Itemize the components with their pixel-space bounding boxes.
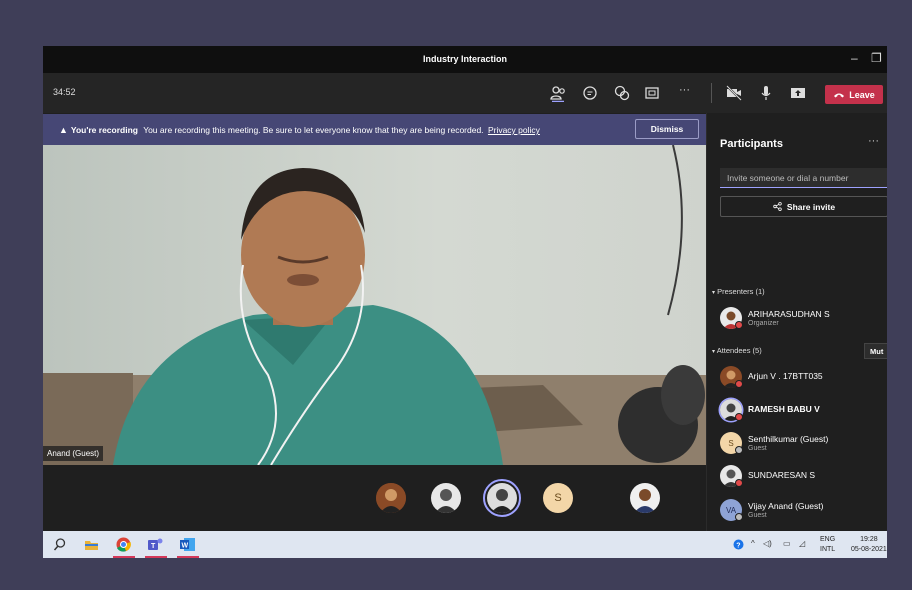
person-photo-icon bbox=[376, 483, 406, 513]
participants-panel: Participants ··· Invite someone or dial … bbox=[706, 113, 887, 531]
chevron-up-icon[interactable]: ^ bbox=[751, 539, 755, 548]
file-explorer-icon[interactable] bbox=[83, 536, 100, 553]
chat-icon[interactable] bbox=[581, 84, 599, 102]
participant-name: Senthilkumar (Guest) bbox=[748, 434, 829, 444]
svg-text:?: ? bbox=[736, 543, 740, 550]
teams-icon[interactable]: T bbox=[147, 536, 164, 553]
participant-role: Guest bbox=[748, 512, 767, 519]
participant-name: Vijay Anand (Guest) bbox=[748, 501, 824, 511]
chrome-active-indicator bbox=[113, 556, 135, 558]
leave-button[interactable]: Leave bbox=[825, 85, 883, 104]
strip-avatar-letter[interactable]: S bbox=[543, 483, 573, 513]
window-title: Industry Interaction bbox=[422, 54, 507, 64]
status-badge bbox=[735, 380, 743, 388]
participant-strip: S bbox=[43, 465, 706, 531]
meeting-toolbar: 34:52 ··· Leave bbox=[43, 73, 887, 113]
share-invite-label: Share invite bbox=[786, 201, 836, 212]
warning-icon: ▲ bbox=[59, 125, 68, 135]
share-screen-icon[interactable] bbox=[789, 84, 807, 102]
recording-message: You are recording this meeting. Be sure … bbox=[143, 125, 484, 135]
language-indicator[interactable]: ENG INTL bbox=[820, 535, 835, 555]
speaker-name-tag: Anand (Guest) bbox=[43, 446, 104, 461]
svg-text:T: T bbox=[151, 543, 156, 550]
strip-avatar-2[interactable] bbox=[431, 483, 461, 513]
attendees-section-toggle[interactable]: ▾ Attendees (5) bbox=[712, 346, 762, 355]
status-badge bbox=[735, 513, 743, 521]
teams-active-indicator bbox=[145, 556, 167, 558]
teams-window: Industry Interaction – ❐ 34:52 ··· Leave… bbox=[43, 46, 887, 558]
minimize-button[interactable]: – bbox=[851, 51, 858, 65]
microphone-icon[interactable] bbox=[757, 84, 775, 102]
invite-input[interactable]: Invite someone or dial a number bbox=[720, 168, 887, 188]
more-actions-button[interactable]: ··· bbox=[679, 84, 690, 96]
status-badge bbox=[735, 479, 743, 487]
search-icon[interactable] bbox=[51, 536, 68, 553]
strip-avatar-1[interactable] bbox=[376, 483, 406, 513]
share-icon bbox=[773, 202, 782, 211]
presenters-label: Presenters (1) bbox=[717, 287, 765, 296]
speaker-video-image bbox=[43, 145, 706, 465]
participant-name: RAMESH BABU V bbox=[748, 404, 820, 414]
toolbar-divider bbox=[711, 83, 712, 103]
chevron-down-icon: ▾ bbox=[712, 349, 716, 355]
attendees-label: Attendees (5) bbox=[716, 346, 762, 355]
person-photo-icon bbox=[630, 483, 660, 513]
participant-role: Guest bbox=[748, 445, 767, 452]
rooms-icon[interactable] bbox=[643, 84, 661, 102]
keyboard-layout: INTL bbox=[820, 546, 836, 553]
person-photo-icon bbox=[487, 483, 517, 513]
recording-bold: You're recording bbox=[70, 125, 138, 135]
help-icon[interactable]: ? bbox=[733, 539, 744, 552]
participant-role: Organizer bbox=[748, 320, 779, 327]
presenters-section-toggle[interactable]: ▾ Presenters (1) bbox=[712, 287, 765, 296]
recording-banner: ▲ You're recording You are recording this… bbox=[43, 114, 706, 145]
participant-row-attendee[interactable]: SUNDARESAN S bbox=[720, 463, 887, 489]
participant-name: SUNDARESAN S bbox=[748, 470, 816, 480]
participants-icon[interactable] bbox=[549, 84, 567, 102]
panel-more-button[interactable]: ··· bbox=[868, 135, 879, 147]
meeting-timer: 34:52 bbox=[53, 87, 76, 97]
restore-button[interactable]: ❐ bbox=[871, 51, 882, 65]
wifi-icon[interactable]: ◿ bbox=[799, 539, 805, 548]
strip-avatar-3[interactable] bbox=[487, 483, 517, 513]
word-icon[interactable]: W bbox=[179, 536, 196, 553]
language-code: ENG bbox=[820, 536, 836, 543]
privacy-policy-link[interactable]: Privacy policy bbox=[488, 125, 540, 135]
participant-row-attendee[interactable]: Arjun V . 17BTT035 bbox=[720, 364, 887, 390]
status-badge bbox=[735, 413, 743, 421]
dismiss-button[interactable]: Dismiss bbox=[635, 119, 699, 139]
chevron-down-icon: ▾ bbox=[712, 290, 716, 296]
person-photo-icon bbox=[431, 483, 461, 513]
recording-text: ▲ You're recording You are recording this… bbox=[59, 125, 540, 135]
reactions-icon[interactable] bbox=[613, 84, 631, 102]
participant-row-presenter[interactable]: ARIHARASUDHAN S Organizer bbox=[720, 305, 887, 331]
panel-title: Participants bbox=[720, 138, 783, 150]
clock-time: 19:28 bbox=[860, 536, 878, 543]
system-clock[interactable]: 19:28 05-08-2021 bbox=[851, 535, 887, 555]
word-active-indicator bbox=[177, 556, 199, 558]
title-bar: Industry Interaction – ❐ bbox=[43, 46, 887, 73]
phone-hangup-icon bbox=[834, 93, 845, 98]
battery-icon[interactable]: ▭ bbox=[783, 539, 791, 548]
clock-date: 05-08-2021 bbox=[851, 546, 887, 553]
mute-all-button[interactable]: Mut bbox=[864, 343, 887, 359]
windows-taskbar: T W ? ^ ◁) ▭ ◿ ENG INTL 19:28 05-08-2021 bbox=[43, 531, 887, 558]
participant-name: Arjun V . 17BTT035 bbox=[748, 371, 823, 381]
camera-off-icon[interactable] bbox=[725, 84, 743, 102]
leave-label: Leave bbox=[849, 89, 875, 100]
share-invite-button[interactable]: Share invite bbox=[720, 196, 887, 217]
status-badge bbox=[735, 321, 743, 329]
participant-row-attendee[interactable]: RAMESH BABU V bbox=[720, 397, 887, 423]
strip-avatar-5[interactable] bbox=[630, 483, 660, 513]
svg-text:W: W bbox=[182, 543, 189, 550]
participant-row-attendee[interactable]: VA Vijay Anand (Guest) Guest bbox=[720, 497, 887, 523]
participant-row-attendee[interactable]: S Senthilkumar (Guest) Guest bbox=[720, 430, 887, 456]
main-video bbox=[43, 145, 706, 465]
chrome-icon[interactable] bbox=[115, 536, 132, 553]
status-badge bbox=[735, 446, 743, 454]
participant-name: ARIHARASUDHAN S bbox=[748, 309, 830, 319]
volume-icon[interactable]: ◁) bbox=[763, 539, 772, 548]
